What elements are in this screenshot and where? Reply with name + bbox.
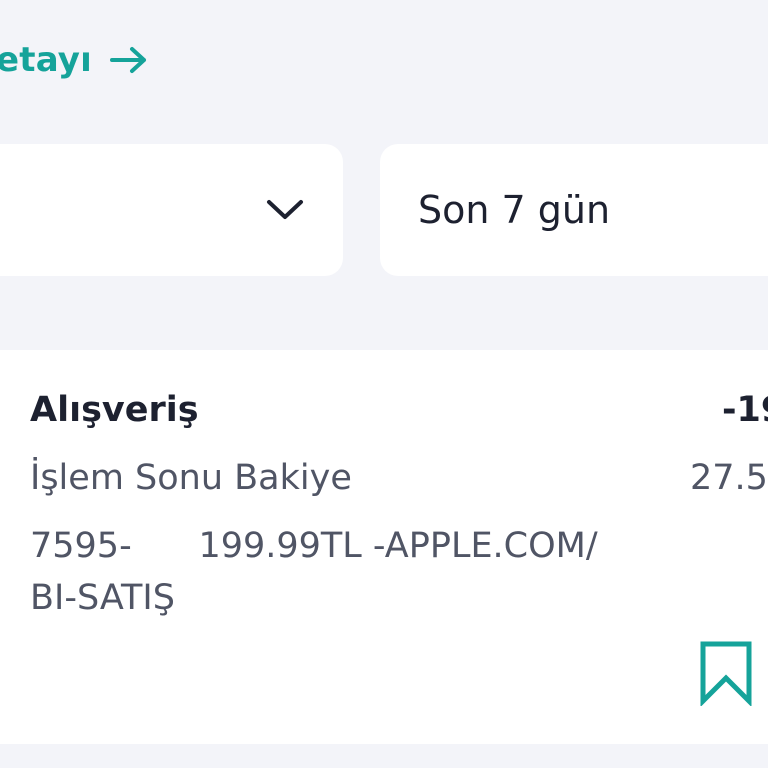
transaction-card[interactable]: Alışveriş -19 İşlem Sonu Bakiye 27.5 759… [0,350,768,744]
transaction-description-line1: 7595- 199.99TL -APPLE.COM/ [30,526,598,566]
date-range-dropdown[interactable]: Son 7 gün [380,144,768,276]
bookmark-icon[interactable] [698,640,754,706]
card-divider [0,744,768,768]
detail-link-label: etayı [0,40,93,80]
transaction-category: Alışveriş [30,390,199,430]
transaction-description-line2: BI-SATIŞ [30,578,175,618]
arrow-right-icon [110,47,147,73]
balance-value: 27.5 [690,458,768,498]
detail-link[interactable]: etayı [0,40,148,80]
transactions-page: etayı Son 7 gün Alışveriş -19 İşlem Sonu… [0,0,768,768]
chevron-down-icon [267,200,303,219]
date-range-value: Son 7 gün [418,188,611,232]
transaction-amount: -19 [722,390,768,430]
balance-label: İşlem Sonu Bakiye [30,458,352,498]
filter-dropdown[interactable] [0,144,343,276]
